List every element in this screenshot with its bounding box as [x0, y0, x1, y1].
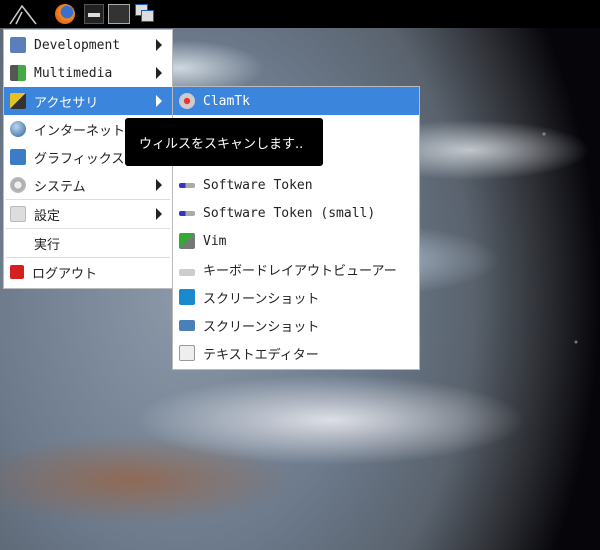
- text-editor-icon: [179, 345, 195, 361]
- vim-icon: [179, 233, 195, 249]
- internet-icon: [10, 121, 26, 137]
- submenu-item-screenshot-2[interactable]: スクリーンショット: [173, 311, 419, 339]
- submenu-item-text-editor[interactable]: テキストエディター: [173, 339, 419, 367]
- terminal-icon[interactable]: [84, 4, 104, 24]
- menu-item-logout[interactable]: ログアウト: [4, 258, 172, 286]
- submenu-item-keyboard-layout-viewer[interactable]: キーボードレイアウトビューアー: [173, 255, 419, 283]
- tooltip-text: ウィルスをスキャンします..: [139, 136, 304, 152]
- chevron-right-icon: [156, 208, 162, 220]
- starfield: [520, 30, 600, 550]
- software-token-icon: [179, 182, 195, 188]
- settings-icon: [10, 206, 26, 222]
- menu-item-development[interactable]: Development: [4, 31, 172, 59]
- graphics-icon: [10, 149, 26, 165]
- submenu-item-vim[interactable]: Vim: [173, 227, 419, 255]
- chevron-right-icon: [156, 95, 162, 107]
- tooltip: ウィルスをスキャンします..: [125, 118, 323, 166]
- screenshot-icon: [179, 319, 195, 331]
- menu-item-settings[interactable]: 設定: [4, 200, 172, 228]
- desktop-icon[interactable]: [108, 4, 130, 24]
- submenu-item-software-token-small[interactable]: Software Token (small): [173, 199, 419, 227]
- screenshot-icon: [179, 289, 195, 305]
- clamtk-icon: [179, 93, 195, 109]
- accessories-icon: [10, 93, 26, 109]
- system-icon: [10, 177, 26, 193]
- blank-icon: [10, 235, 26, 251]
- logout-icon: [10, 265, 24, 279]
- menu-item-accessories[interactable]: アクセサリ: [4, 87, 172, 115]
- firefox-icon[interactable]: [55, 4, 75, 24]
- keyboard-icon: [179, 268, 195, 276]
- start-menu-icon[interactable]: [8, 2, 38, 26]
- menu-item-system[interactable]: システム: [4, 171, 172, 199]
- top-panel: [0, 0, 600, 28]
- chevron-right-icon: [156, 39, 162, 51]
- menu-item-run[interactable]: 実行: [4, 229, 172, 257]
- software-token-icon: [179, 210, 195, 216]
- development-icon: [10, 37, 26, 53]
- submenu-item-software-token[interactable]: Software Token: [173, 171, 419, 199]
- multimedia-icon: [10, 65, 26, 81]
- chevron-right-icon: [156, 67, 162, 79]
- windows-icon[interactable]: [135, 4, 155, 24]
- chevron-right-icon: [156, 179, 162, 191]
- submenu-item-clamtk[interactable]: ClamTk: [173, 87, 419, 115]
- menu-item-multimedia[interactable]: Multimedia: [4, 59, 172, 87]
- submenu-item-screenshot-1[interactable]: スクリーンショット: [173, 283, 419, 311]
